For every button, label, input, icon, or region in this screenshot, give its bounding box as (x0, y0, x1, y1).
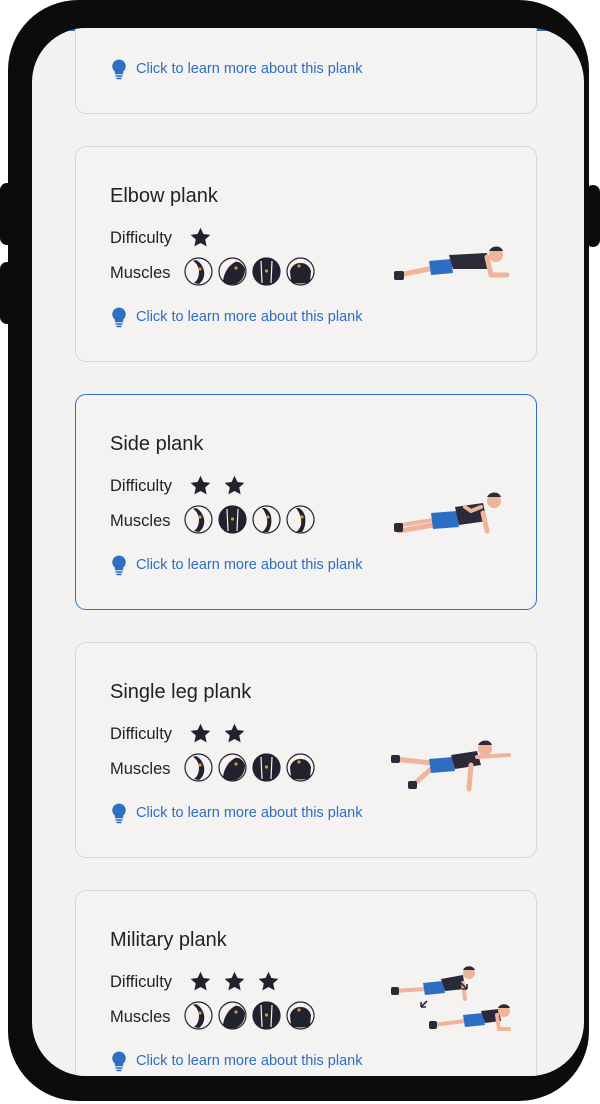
star-icon (258, 971, 279, 991)
learn-more-link[interactable]: Click to learn more about this plank (110, 554, 362, 576)
lightbulb-icon (112, 1051, 126, 1072)
plank-card[interactable]: Military plank Difficulty Muscles Click to … (75, 890, 537, 1076)
difficulty-rating (189, 722, 246, 745)
star-icon (190, 475, 211, 495)
arm-muscle-icon (184, 505, 213, 534)
lightbulb-icon (112, 59, 126, 80)
muscles-label: Muscles (110, 1008, 171, 1026)
muscle-icons (184, 257, 315, 286)
learn-more-text: Click to learn more about this plank (136, 309, 363, 325)
arm-muscle-icon (184, 753, 213, 782)
star-icon (224, 971, 245, 991)
muscles-label: Muscles (110, 760, 171, 778)
plank-title: Single leg plank (110, 681, 252, 703)
muscle-icons (184, 505, 315, 534)
muscle-icons (184, 753, 315, 782)
star-icon (190, 227, 211, 247)
difficulty-rating (189, 970, 280, 993)
difficulty-rating (189, 474, 246, 497)
plank-title: Military plank (110, 929, 227, 951)
difficulty-label: Difficulty (110, 725, 173, 743)
screen: Click to learn more about this plank Elb… (32, 28, 584, 1076)
leg-muscle-icon (286, 505, 315, 534)
lightbulb-icon (112, 307, 126, 328)
learn-more-text: Click to learn more about this plank (136, 61, 363, 77)
muscles-label: Muscles (110, 264, 171, 282)
back-muscle-icon (286, 257, 315, 286)
phone-frame: Click to learn more about this plank Elb… (8, 0, 589, 1101)
chest-muscle-icon (218, 505, 247, 534)
shoulder-muscle-icon (218, 753, 247, 782)
star-icon (224, 475, 245, 495)
arm-muscle-icon (184, 257, 213, 286)
chest-muscle-icon (252, 753, 281, 782)
star-icon (190, 971, 211, 991)
chest-muscle-icon (252, 257, 281, 286)
side-plank-figure (394, 492, 501, 534)
learn-more-text: Click to learn more about this plank (136, 557, 363, 573)
shoulder-muscle-icon (218, 1001, 247, 1030)
military-plank-figure (391, 966, 511, 1031)
plank-card[interactable]: Elbow plank Difficulty Muscles Click to lea… (75, 146, 537, 362)
plank-card[interactable]: Side plank Difficulty Muscles Click to lear… (75, 394, 537, 610)
learn-more-text: Click to learn more about this plank (136, 1053, 363, 1069)
elbow-plank-figure (394, 246, 510, 280)
muscle-icons (184, 1001, 315, 1030)
plank-title: Elbow plank (110, 185, 218, 207)
learn-more-link[interactable]: Click to learn more about this plank (110, 58, 362, 80)
shoulder-muscle-icon (218, 257, 247, 286)
learn-more-link[interactable]: Click to learn more about this plank (110, 1050, 362, 1072)
difficulty-label: Difficulty (110, 973, 173, 991)
back-muscle-icon (286, 753, 315, 782)
lightbulb-icon (112, 555, 126, 576)
learn-more-link[interactable]: Click to learn more about this plank (110, 802, 362, 824)
difficulty-label: Difficulty (110, 477, 173, 495)
difficulty-rating (189, 226, 212, 249)
difficulty-label: Difficulty (110, 229, 173, 247)
plank-card-partial[interactable]: Click to learn more about this plank (75, 28, 537, 114)
back-muscle-icon (286, 1001, 315, 1030)
chest-muscle-icon (252, 1001, 281, 1030)
arm-muscle-icon (184, 1001, 213, 1030)
learn-more-text: Click to learn more about this plank (136, 805, 363, 821)
lightbulb-icon (112, 803, 126, 824)
leg-muscle-icon (252, 505, 281, 534)
learn-more-link[interactable]: Click to learn more about this plank (110, 306, 362, 328)
plank-card[interactable]: Single leg plank Difficulty Muscles Click t… (75, 642, 537, 858)
star-icon (190, 723, 211, 743)
plank-title: Side plank (110, 433, 204, 455)
single-leg-plank-figure (391, 740, 511, 792)
muscles-label: Muscles (110, 512, 171, 530)
star-icon (224, 723, 245, 743)
